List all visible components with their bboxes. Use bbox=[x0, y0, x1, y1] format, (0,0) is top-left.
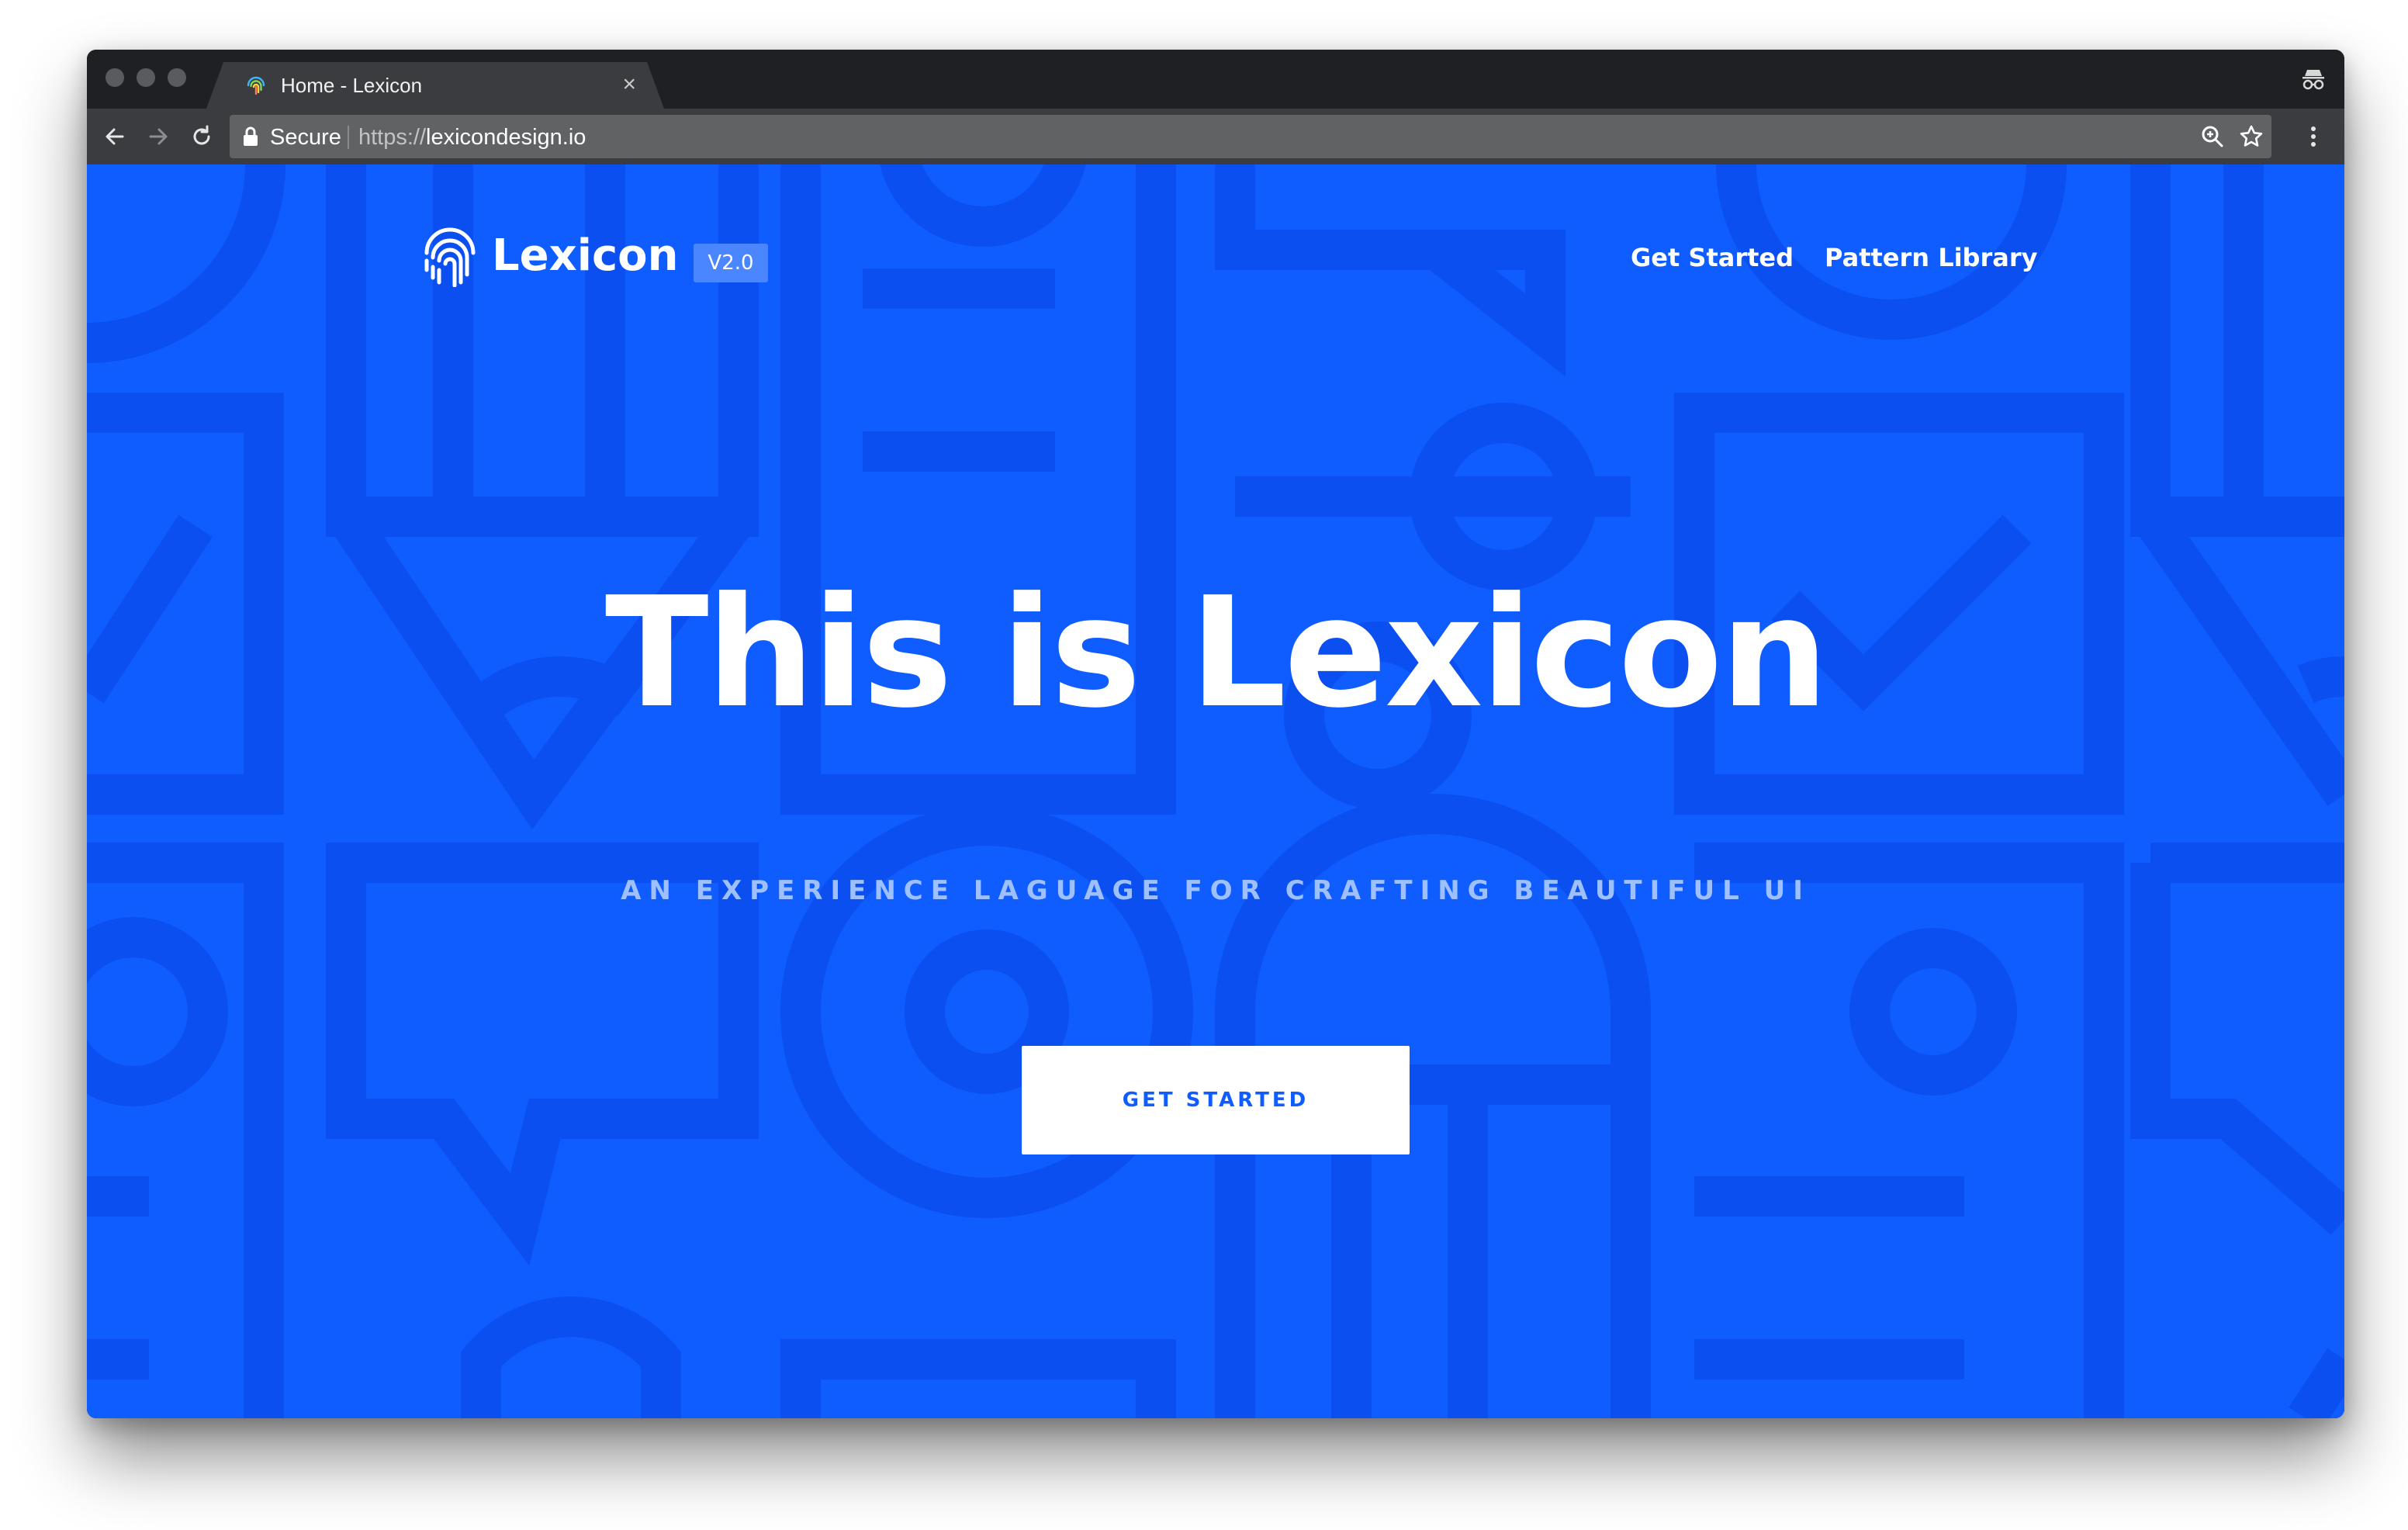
fingerprint-icon bbox=[424, 227, 476, 287]
hero-subtitle: AN EXPERIENCE LAGUAGE FOR CRAFTING BEAUT… bbox=[621, 875, 1811, 906]
tab-home-lexicon[interactable]: Home - Lexicon × bbox=[206, 62, 664, 109]
forward-arrow-icon[interactable] bbox=[143, 121, 174, 152]
star-icon[interactable] bbox=[2237, 123, 2265, 151]
address-bar[interactable]: Secure https://lexicondesign.io bbox=[230, 115, 2271, 158]
incognito-icon bbox=[2302, 70, 2324, 90]
nav-get-started[interactable]: Get Started bbox=[1631, 242, 1794, 273]
address-divider bbox=[348, 126, 349, 149]
hero-title: This is Lexicon bbox=[604, 565, 1828, 742]
secure-label: Secure bbox=[270, 125, 341, 150]
reload-icon[interactable] bbox=[186, 121, 217, 152]
browser-toolbar: Secure https://lexicondesign.io bbox=[87, 109, 2344, 164]
zoom-icon[interactable] bbox=[2199, 123, 2226, 151]
nav-pattern-library[interactable]: Pattern Library bbox=[1825, 242, 2037, 273]
background-pattern bbox=[87, 164, 2344, 1418]
url-scheme: https:// bbox=[358, 125, 427, 150]
minimize-window-button[interactable] bbox=[137, 68, 155, 87]
brand-name: Lexicon bbox=[492, 230, 679, 281]
page-viewport: Lexicon V2.0 Get Started Pattern Library… bbox=[87, 164, 2344, 1418]
kebab-menu-icon[interactable] bbox=[2298, 121, 2329, 152]
back-arrow-icon[interactable] bbox=[99, 121, 130, 152]
version-badge: V2.0 bbox=[694, 244, 768, 282]
browser-window: Home - Lexicon × Secure https://lexicond… bbox=[87, 50, 2344, 1418]
close-tab-icon[interactable]: × bbox=[622, 72, 636, 97]
url-text[interactable]: https://lexicondesign.io bbox=[358, 124, 586, 151]
lock-icon bbox=[244, 126, 258, 146]
close-window-button[interactable] bbox=[106, 68, 124, 87]
tab-strip: Home - Lexicon × bbox=[87, 50, 2344, 109]
get-started-button[interactable]: GET STARTED bbox=[1022, 1046, 1410, 1154]
fingerprint-icon bbox=[245, 74, 267, 96]
tab-title: Home - Lexicon bbox=[281, 74, 423, 97]
maximize-window-button[interactable] bbox=[168, 68, 186, 87]
url-host: lexicondesign.io bbox=[426, 125, 586, 150]
